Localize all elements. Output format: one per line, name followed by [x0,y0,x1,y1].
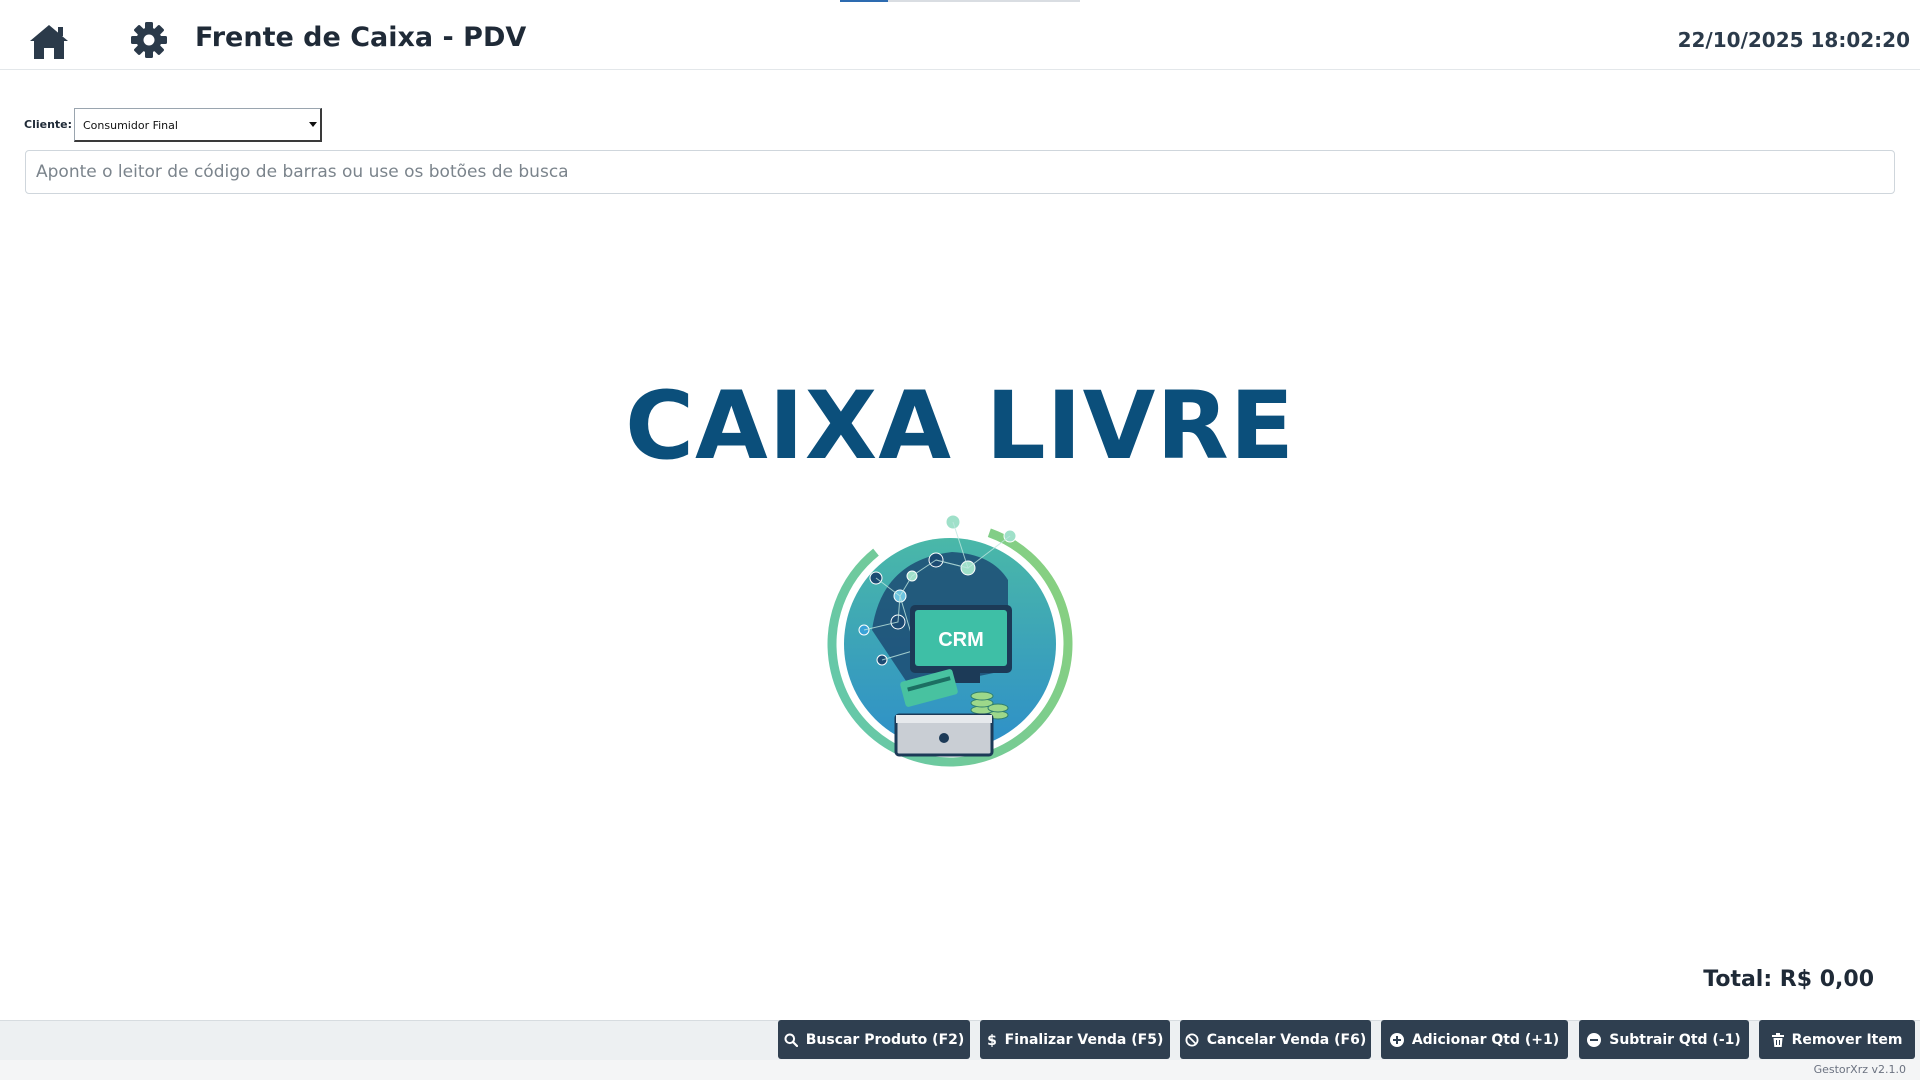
barcode-input[interactable] [25,150,1895,194]
home-button[interactable] [28,22,70,62]
trash-icon [1771,1032,1784,1047]
version-label: GestorXrz v2.1.0 [1813,1063,1906,1076]
cancel-sale-label: Cancelar Venda (F6) [1206,1031,1367,1048]
ban-icon [1185,1033,1199,1046]
header-bar: Frente de Caixa - PDV 22/10/2025 18:02:2… [0,0,1920,70]
dollar-icon: $ [987,1033,997,1048]
svg-text:$: $ [987,1033,997,1048]
subtract-quantity-button[interactable]: Subtrair Qtd (-1) [1579,1020,1749,1059]
logo-text: CRM [938,629,984,651]
datetime-display: 22/10/2025 18:02:20 [1677,28,1910,52]
cancel-sale-button[interactable]: Cancelar Venda (F6) [1180,1020,1371,1059]
add-quantity-button[interactable]: Adicionar Qtd (+1) [1381,1020,1568,1059]
status-bar [0,1060,1920,1080]
client-select[interactable]: Consumidor Final [74,108,322,142]
settings-button[interactable] [130,21,168,59]
remove-item-label: Remover Item [1791,1031,1903,1048]
search-product-button[interactable]: Buscar Produto (F2) [778,1020,970,1059]
register-status-title: CAIXA LIVRE [625,372,1295,481]
page-title: Frente de Caixa - PDV [195,22,527,53]
finalize-sale-label: Finalizar Venda (F5) [1004,1031,1164,1048]
search-icon [784,1033,798,1047]
home-icon [30,25,68,59]
chevron-down-icon [309,122,317,127]
remove-item-button[interactable]: Remover Item [1759,1020,1915,1059]
total-amount: Total: R$ 0,00 [1703,967,1874,992]
subtract-quantity-label: Subtrair Qtd (-1) [1609,1031,1741,1048]
minus-circle-icon [1587,1032,1602,1047]
finalize-sale-button[interactable]: $ Finalizar Venda (F5) [980,1020,1170,1059]
add-quantity-label: Adicionar Qtd (+1) [1411,1031,1560,1048]
loading-indicator [840,0,1080,2]
gear-icon [131,22,167,58]
client-select-value: Consumidor Final [83,119,178,132]
plus-circle-icon [1389,1032,1404,1047]
crm-logo-icon: CRM [827,514,1073,767]
pdv-window: Frente de Caixa - PDV 22/10/2025 18:02:2… [0,0,1920,1080]
search-product-label: Buscar Produto (F2) [805,1031,965,1048]
client-label: Cliente: [24,118,73,131]
